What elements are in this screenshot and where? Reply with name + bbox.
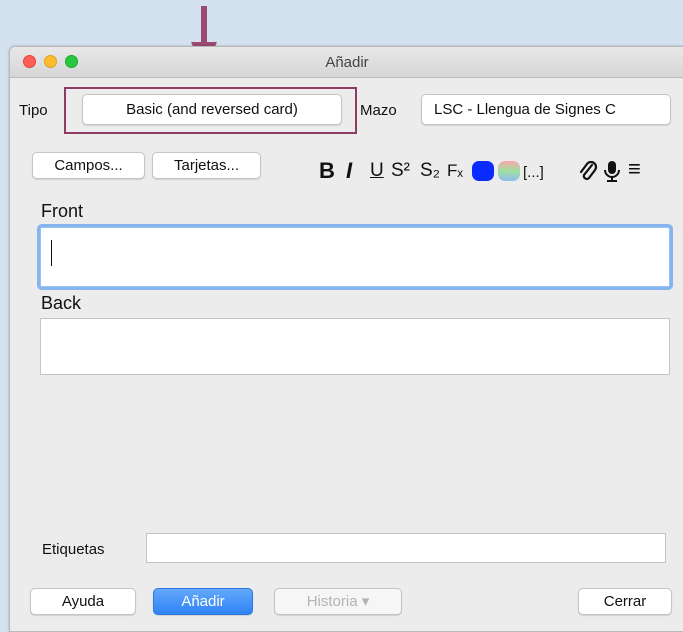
cloze-icon[interactable]: [...]: [523, 162, 544, 184]
fields-button[interactable]: Campos...: [32, 152, 145, 179]
note-type-label: Tipo: [19, 102, 48, 119]
highlight-color-icon[interactable]: [498, 161, 520, 181]
bold-icon[interactable]: B: [319, 160, 335, 182]
superscript-icon[interactable]: S²: [391, 160, 410, 182]
add-note-window: Añadir Tipo Basic (and reversed card) Ma…: [9, 46, 683, 632]
underline-icon[interactable]: U: [370, 160, 384, 182]
text-color-icon[interactable]: [472, 161, 494, 181]
help-button[interactable]: Ayuda: [30, 588, 136, 615]
annotation-highlight-box: [64, 87, 357, 134]
text-caret: [51, 240, 52, 266]
italic-icon[interactable]: I: [346, 160, 352, 182]
clear-format-icon[interactable]: Fₓ: [447, 160, 463, 182]
subscript-icon[interactable]: S₂: [420, 160, 440, 182]
field-label-front: Front: [41, 201, 84, 221]
front-field-input[interactable]: [40, 227, 670, 287]
add-button[interactable]: Añadir: [153, 588, 253, 615]
deck-button[interactable]: LSC - Llengua de Signes C: [421, 94, 671, 125]
field-label-back: Back: [41, 293, 82, 313]
deck-label: Mazo: [360, 102, 397, 119]
window-title: Añadir: [325, 54, 369, 71]
close-button[interactable]: Cerrar: [578, 588, 672, 615]
back-field-input[interactable]: [40, 318, 670, 375]
tags-label: Etiquetas: [42, 541, 105, 558]
cards-button[interactable]: Tarjetas...: [152, 152, 261, 179]
title-bar: Añadir: [10, 47, 683, 78]
attach-icon[interactable]: [578, 161, 598, 183]
more-options-icon[interactable]: ≡: [628, 158, 641, 180]
microphone-icon[interactable]: [603, 160, 621, 184]
tags-input[interactable]: [146, 533, 666, 563]
history-button: Historia ▾: [274, 588, 402, 615]
